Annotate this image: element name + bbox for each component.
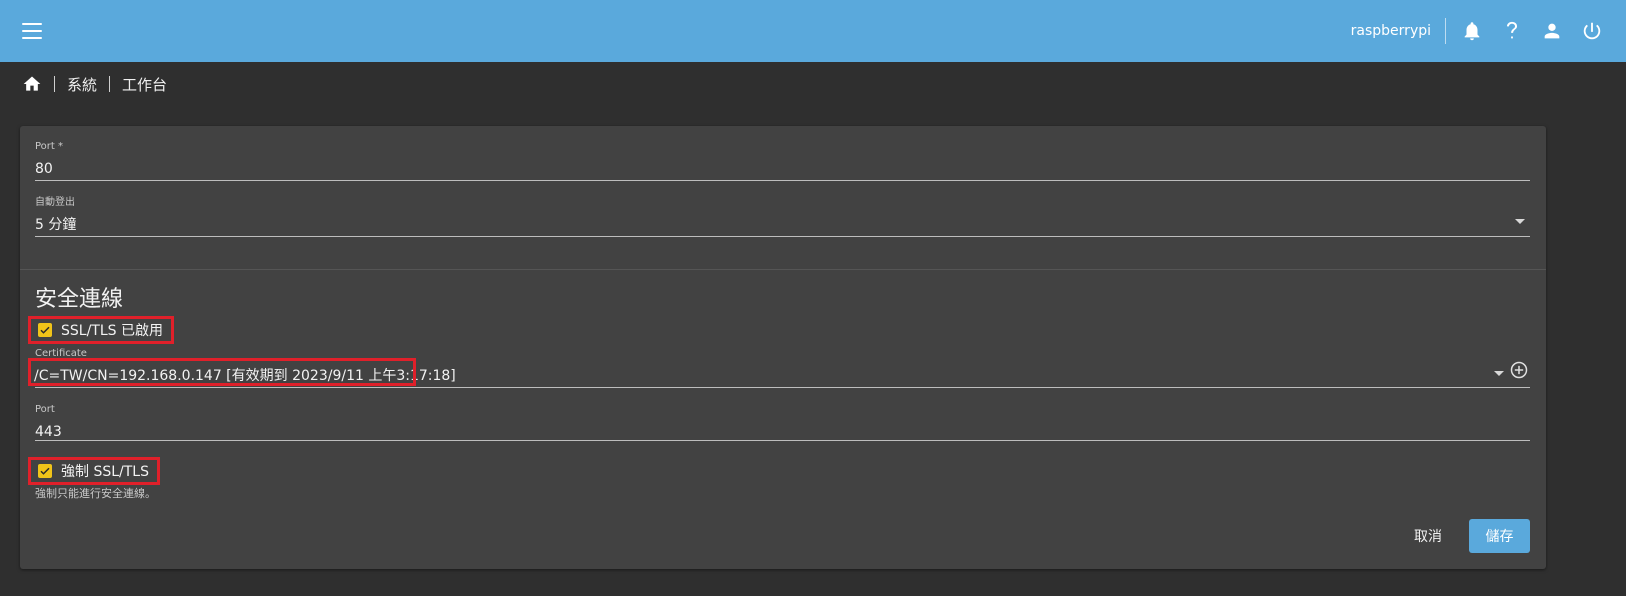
auto-logout-select[interactable]: 5 分鐘	[35, 216, 1530, 234]
help-icon[interactable]	[1492, 11, 1532, 51]
ssl-port-input[interactable]: 443	[35, 423, 1530, 441]
ssl-port-field[interactable]: Port 443	[35, 404, 1530, 444]
breadcrumb: 系統 工作台	[22, 72, 167, 96]
breadcrumb-item-workbench[interactable]: 工作台	[122, 74, 167, 95]
chevron-down-icon[interactable]	[1494, 371, 1504, 376]
hostname-label: raspberrypi	[1351, 18, 1446, 44]
chevron-down-icon[interactable]	[1515, 219, 1525, 224]
certificate-underline	[35, 387, 1530, 388]
breadcrumb-separator	[109, 76, 111, 92]
auto-logout-underline	[35, 236, 1530, 237]
home-icon[interactable]	[22, 74, 42, 94]
auto-logout-field[interactable]: 自動登出 5 分鐘	[35, 197, 1530, 237]
add-circle-icon[interactable]	[1509, 360, 1529, 380]
force-ssl-checkbox[interactable]: 強制 SSL/TLS	[28, 457, 160, 485]
force-ssl-hint: 強制只能進行安全連線。	[35, 487, 156, 500]
cancel-button[interactable]: 取消	[1405, 519, 1451, 553]
top-app-bar: raspberrypi	[0, 0, 1626, 62]
port-underline	[35, 180, 1530, 181]
menu-icon[interactable]	[22, 23, 42, 39]
ssl-enabled-label: SSL/TLS 已啟用	[61, 323, 163, 339]
save-button[interactable]: 儲存	[1469, 519, 1530, 553]
power-icon[interactable]	[1572, 11, 1612, 51]
settings-card: Port * 80 自動登出 5 分鐘 安全連線 SSL/TLS 已啟用 Cer…	[20, 126, 1546, 569]
bell-icon[interactable]	[1452, 11, 1492, 51]
topbar-actions: raspberrypi	[1351, 0, 1612, 62]
port-field[interactable]: Port * 80	[35, 141, 1530, 181]
ssl-port-label: Port	[35, 404, 55, 415]
port-label: Port *	[35, 141, 64, 152]
checkbox-checked-icon[interactable]	[38, 323, 52, 337]
user-icon[interactable]	[1532, 11, 1572, 51]
auto-logout-label: 自動登出	[35, 197, 75, 208]
checkbox-checked-icon[interactable]	[38, 464, 52, 478]
port-input[interactable]: 80	[35, 160, 1530, 178]
force-ssl-label: 強制 SSL/TLS	[61, 464, 149, 480]
ssl-port-underline	[35, 440, 1530, 441]
ssl-enabled-checkbox[interactable]: SSL/TLS 已啟用	[28, 316, 174, 344]
section-title: 安全連線	[35, 287, 124, 312]
breadcrumb-item-system[interactable]: 系統	[67, 74, 97, 95]
section-divider	[20, 269, 1546, 270]
certificate-highlight	[28, 358, 416, 386]
breadcrumb-separator	[54, 76, 55, 92]
